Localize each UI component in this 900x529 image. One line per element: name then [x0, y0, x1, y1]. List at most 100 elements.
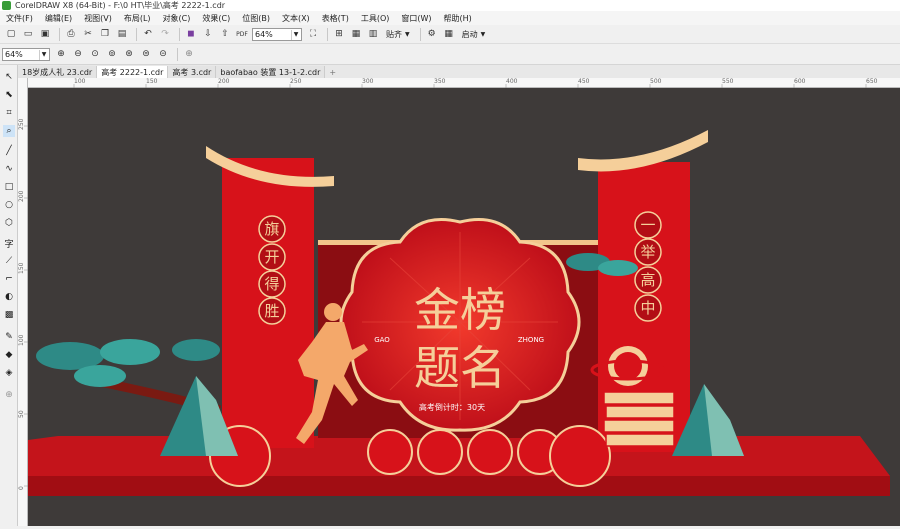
- artwork[interactable]: 旗 开 得 胜 一 举 高 中 金榜 题名 GAO ZHONG 高考倒计时：30…: [28, 88, 900, 526]
- zoom-levels-combo[interactable]: 64% ▼: [2, 47, 50, 61]
- smart-fill-tool-icon[interactable]: ◈: [3, 367, 15, 379]
- ruler-label: 150: [146, 78, 158, 85]
- ellipse-tool-icon[interactable]: ○: [3, 199, 15, 211]
- vertical-ruler-scale: 250 200 150 100 50 0: [18, 118, 28, 490]
- ruler-label: 100: [18, 334, 25, 346]
- rectangle-tool-icon[interactable]: □: [3, 181, 15, 193]
- freehand-tool-icon[interactable]: ╱: [3, 145, 15, 157]
- search-content-icon[interactable]: ◼: [184, 27, 198, 41]
- menu-table[interactable]: 表格(T): [322, 13, 349, 24]
- new-tab-plus-icon[interactable]: +: [325, 66, 340, 78]
- ruler-label: 100: [74, 78, 86, 85]
- vertical-ruler[interactable]: 250 200 150 100 50 0: [18, 78, 28, 526]
- zoom-out-icon[interactable]: ⊖: [71, 47, 85, 61]
- zoom-to-page-icon[interactable]: ⊛: [122, 47, 136, 61]
- open-icon[interactable]: ▭: [21, 27, 35, 41]
- text-tool-icon[interactable]: 字: [3, 237, 15, 250]
- right-banner-char: 中: [640, 299, 655, 317]
- shape-tool-icon[interactable]: ⬉: [3, 89, 15, 101]
- tab-document-2[interactable]: 高考 2222-1.cdr: [97, 66, 169, 78]
- horizontal-ruler-scale: 100 150 200 250 300 350 400 450 500 550 …: [73, 78, 878, 88]
- add-tool-icon[interactable]: ⊕: [3, 389, 15, 401]
- menu-file[interactable]: 文件(F): [6, 13, 33, 24]
- redo-icon[interactable]: ↷: [158, 27, 172, 41]
- launch-app-icon[interactable]: ▦: [442, 27, 456, 41]
- menu-effects[interactable]: 效果(C): [202, 13, 230, 24]
- tab-document-4[interactable]: baofabao 装置 13-1-2.cdr: [216, 66, 326, 78]
- left-banner-char: 胜: [264, 302, 279, 320]
- window-title: CorelDRAW X8 (64-Bit) - F:\0 HT\毕业\高考 22…: [15, 1, 226, 10]
- ruler-label: 200: [18, 190, 25, 202]
- pick-tool-icon[interactable]: ↖: [3, 71, 15, 83]
- print-icon[interactable]: ⎙: [64, 27, 78, 41]
- snap-to-button[interactable]: 贴齐: [386, 29, 402, 40]
- interactive-fill-tool-icon[interactable]: ◆: [3, 349, 15, 361]
- full-screen-icon[interactable]: ⛶: [306, 27, 320, 41]
- main-title-line2: 题名: [414, 341, 506, 395]
- tab-document-1[interactable]: 18岁成人礼 23.cdr: [18, 66, 98, 78]
- transparency-tool-icon[interactable]: ▩: [3, 309, 15, 321]
- artistic-media-tool-icon[interactable]: ∿: [3, 163, 15, 175]
- polygon-tool-icon[interactable]: ⬡: [3, 217, 15, 229]
- new-document-icon[interactable]: ▢: [4, 27, 18, 41]
- zoom-to-all-objects-icon[interactable]: ⊚: [105, 47, 119, 61]
- right-banner-char: 举: [640, 243, 655, 261]
- cut-icon[interactable]: ✂: [81, 27, 95, 41]
- eyedropper-tool-icon[interactable]: ✎: [3, 331, 15, 343]
- launch-button[interactable]: 启动: [462, 29, 478, 40]
- show-guidelines-icon[interactable]: ▥: [366, 27, 380, 41]
- menu-help[interactable]: 帮助(H): [444, 13, 472, 24]
- drop-shadow-tool-icon[interactable]: ◐: [3, 291, 15, 303]
- main-title-line1: 金榜: [414, 283, 506, 337]
- import-icon[interactable]: ⇩: [201, 27, 215, 41]
- tab-document-3[interactable]: 高考 3.cdr: [168, 66, 217, 78]
- countdown-text: 高考倒计时：30天: [419, 402, 485, 412]
- show-rulers-icon[interactable]: ⊞: [332, 27, 346, 41]
- right-banner-char: 一: [640, 216, 655, 234]
- menu-edit[interactable]: 编辑(E): [45, 13, 72, 24]
- export-icon[interactable]: ⇧: [218, 27, 232, 41]
- ruler-label: 250: [290, 78, 302, 85]
- publish-pdf-icon[interactable]: PDF: [235, 27, 249, 41]
- menu-view[interactable]: 视图(V): [84, 13, 112, 24]
- menu-text[interactable]: 文本(X): [282, 13, 310, 24]
- zoom-level-value: 64%: [255, 29, 273, 39]
- zoom-tool-icon[interactable]: ⌕: [3, 125, 15, 137]
- zoom-to-width-icon[interactable]: ⊜: [139, 47, 153, 61]
- zoom-in-icon[interactable]: ⊕: [54, 47, 68, 61]
- horizontal-ruler[interactable]: 100 150 200 250 300 350 400 450 500 550 …: [28, 78, 900, 88]
- zoom-to-height-icon[interactable]: ⊝: [156, 47, 170, 61]
- zoom-to-selected-icon[interactable]: ⊙: [88, 47, 102, 61]
- ruler-label: 150: [18, 262, 25, 274]
- undo-icon[interactable]: ↶: [141, 27, 155, 41]
- parallel-dimension-tool-icon[interactable]: ⟋: [3, 255, 15, 267]
- right-banner-char: 高: [640, 271, 655, 289]
- menu-layout[interactable]: 布局(L): [124, 13, 151, 24]
- menu-tools[interactable]: 工具(O): [361, 13, 390, 24]
- chevron-down-icon: ▼: [405, 30, 410, 38]
- menu-window[interactable]: 窗口(W): [401, 13, 431, 24]
- add-icon[interactable]: ⊕: [182, 47, 196, 61]
- toolbar-divider: [136, 27, 137, 41]
- save-icon[interactable]: ▣: [38, 27, 52, 41]
- paste-icon[interactable]: ▤: [115, 27, 129, 41]
- chevron-down-icon: ▼: [39, 49, 48, 60]
- drawing-canvas[interactable]: 旗 开 得 胜 一 举 高 中 金榜 题名 GAO ZHONG 高考倒计时：30…: [28, 88, 900, 526]
- crop-tool-icon[interactable]: ⌗: [3, 107, 15, 119]
- tab-label: baofabao 装置 13-1-2.cdr: [220, 67, 321, 77]
- options-gear-icon[interactable]: ⚙: [425, 27, 439, 41]
- zoom-levels-value: 64%: [5, 49, 23, 59]
- zoom-level-combo[interactable]: 64% ▼: [252, 27, 302, 41]
- ruler-label: 0: [18, 486, 25, 490]
- menu-object[interactable]: 对象(C): [163, 13, 191, 24]
- right-latin-label: ZHONG: [518, 336, 544, 344]
- standard-toolbar: ▢ ▭ ▣ ⎙ ✂ ❐ ▤ ↶ ↷ ◼ ⇩ ⇧ PDF 64% ▼ ⛶ ⊞ ▦ …: [0, 25, 900, 44]
- menu-bitmaps[interactable]: 位图(B): [242, 13, 270, 24]
- ruler-label: 400: [506, 78, 518, 85]
- chevron-down-icon: ▼: [291, 29, 300, 40]
- show-grid-icon[interactable]: ▦: [349, 27, 363, 41]
- ruler-label: 450: [578, 78, 590, 85]
- connector-tool-icon[interactable]: ⌐: [3, 273, 15, 285]
- left-latin-label: GAO: [374, 336, 390, 344]
- copy-icon[interactable]: ❐: [98, 27, 112, 41]
